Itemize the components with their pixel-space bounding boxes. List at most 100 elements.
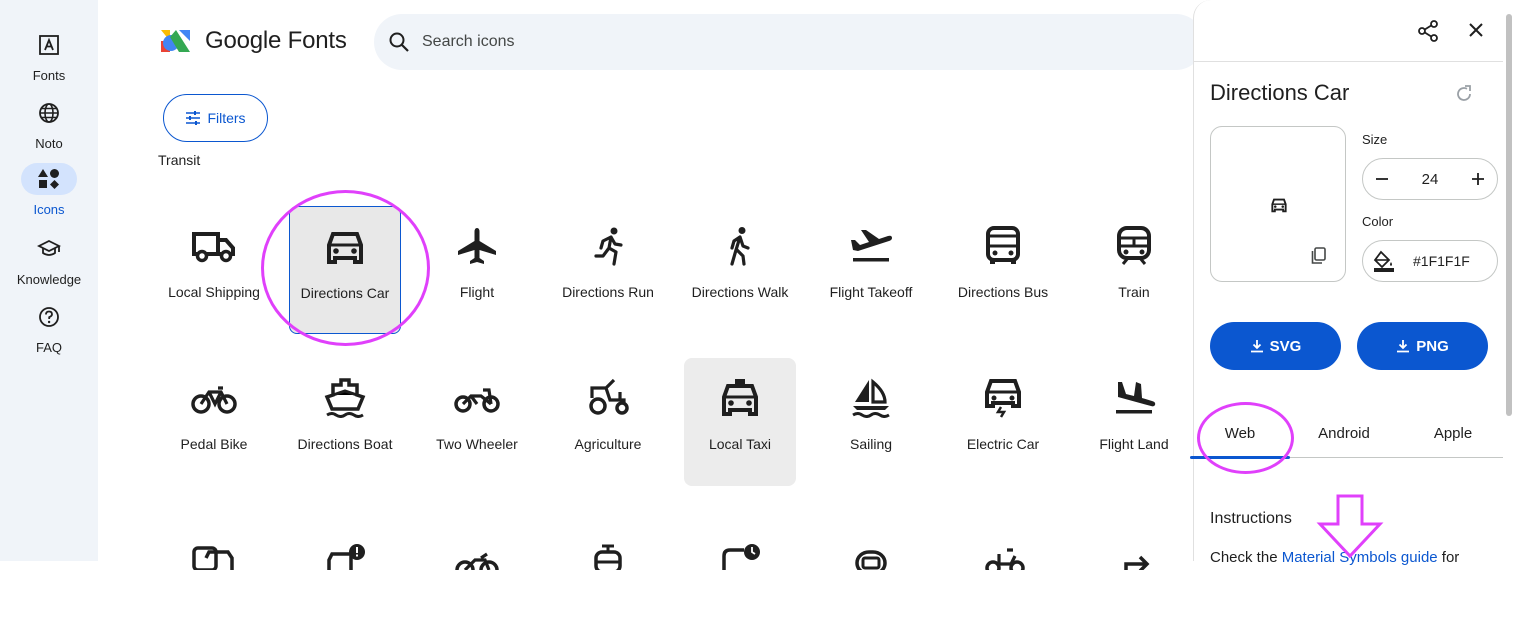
size-label: Size: [1362, 132, 1388, 147]
plus-icon[interactable]: [1471, 172, 1485, 186]
category-heading: Transit: [158, 152, 201, 168]
school-icon: [21, 233, 77, 265]
icon-tile-row3[interactable]: [1078, 510, 1190, 638]
paint-bucket-icon: [1373, 250, 1394, 272]
google-fonts-logo-icon: [161, 30, 190, 52]
icon-tile-flight[interactable]: Flight: [421, 206, 533, 334]
icon-label: Local Shipping: [168, 284, 260, 300]
icon-label: Directions Bus: [957, 284, 1049, 300]
nav-item-knowledge[interactable]: Knowledge: [0, 233, 98, 287]
tab-apple[interactable]: Apple: [1403, 410, 1503, 458]
google-fonts-logo[interactable]: Google Fonts: [159, 27, 347, 55]
size-stepper: 24: [1362, 158, 1498, 200]
icon-label: Directions Walk: [691, 284, 789, 300]
icon-tile-sailing[interactable]: Sailing: [815, 358, 927, 486]
flight-icon: [458, 228, 496, 264]
icon-label: Flight Land: [1099, 436, 1169, 452]
icon-tile-directions-boat[interactable]: Directions Boat: [289, 358, 401, 486]
icon-tile-agriculture[interactable]: Agriculture: [552, 358, 664, 486]
tab-web[interactable]: Web: [1190, 410, 1290, 459]
icon-tile-row3[interactable]: [684, 510, 796, 638]
instructions-heading: Instructions: [1210, 510, 1292, 527]
icon-tile-local-shipping[interactable]: Local Shipping: [158, 206, 270, 334]
search-bar[interactable]: [374, 14, 1204, 70]
download-svg-label: SVG: [1269, 337, 1302, 355]
icon-detail-panel: Directions Car Size 24 Color #1F1F1F SVG…: [1190, 0, 1504, 566]
nav-label: FAQ: [35, 340, 62, 355]
icon-label: Flight Takeoff: [829, 284, 913, 300]
directions-run-icon: [594, 227, 623, 266]
panel-title: Directions Car: [1210, 80, 1350, 105]
nav-label: Fonts: [32, 68, 66, 83]
download-icon: [1397, 340, 1410, 353]
refresh-icon[interactable]: [1454, 84, 1474, 104]
filters-button[interactable]: Filters: [163, 94, 268, 142]
icon-tile-row3[interactable]: [421, 510, 533, 638]
close-icon[interactable]: [1468, 22, 1484, 38]
icon-tile-electric-car[interactable]: Electric Car: [947, 358, 1059, 486]
nav-item-icons[interactable]: Icons: [0, 163, 98, 217]
icon-label: Directions Boat: [297, 436, 393, 452]
scrollbar-thumb[interactable]: [1506, 14, 1512, 416]
icon-tile-row3[interactable]: [552, 510, 664, 638]
color-label: Color: [1362, 214, 1394, 229]
pedal-bike-icon: [191, 386, 237, 414]
flight-land-icon: [1116, 382, 1156, 414]
electric-car-icon: [985, 379, 1021, 418]
search-input[interactable]: [422, 33, 1122, 51]
logo-text: Google Fonts: [205, 27, 347, 54]
navigation-rail: Fonts Noto Icons Knowledge FAQ: [0, 0, 98, 561]
nav-item-noto[interactable]: Noto: [0, 97, 98, 151]
globe-icon: [21, 97, 77, 129]
icon-label: Electric Car: [966, 436, 1040, 452]
icon-tile-row3[interactable]: [289, 510, 401, 638]
download-svg-button[interactable]: SVG: [1210, 322, 1341, 370]
icon-preview: [1210, 126, 1346, 282]
icon-label: Local Taxi: [708, 436, 771, 452]
two-wheeler-icon: [454, 388, 500, 413]
icon-label: Directions Car: [300, 285, 390, 301]
size-value[interactable]: 24: [1422, 171, 1439, 188]
font-icon: [21, 29, 77, 61]
icon-tile-local-taxi[interactable]: Local Taxi: [684, 358, 796, 486]
directions-boat-icon: [324, 378, 366, 418]
icon-tile-train[interactable]: Train: [1078, 206, 1190, 334]
icon-tile-two-wheeler[interactable]: Two Wheeler: [421, 358, 533, 486]
icon-tile-pedal-bike[interactable]: Pedal Bike: [158, 358, 270, 486]
icon-tile-flight-land[interactable]: Flight Land: [1078, 358, 1190, 486]
nav-item-fonts[interactable]: Fonts: [0, 29, 98, 83]
departure-board-icon: [722, 544, 760, 570]
icon-label: Sailing: [849, 436, 893, 452]
icon-tile-directions-car[interactable]: Directions Car: [289, 206, 401, 334]
icon-label: Agriculture: [574, 436, 642, 452]
color-value: #1F1F1F: [1413, 253, 1470, 269]
tram-icon: [594, 544, 622, 570]
download-png-button[interactable]: PNG: [1357, 322, 1488, 370]
train-icon: [1117, 226, 1151, 265]
share-icon[interactable]: [1417, 20, 1439, 42]
icon-tile-row3[interactable]: [815, 510, 927, 638]
icon-tile-row3[interactable]: [947, 510, 1059, 638]
copy-icon[interactable]: [1311, 247, 1327, 265]
car-rental-icon: [192, 546, 234, 570]
platform-tabs: Web Android Apple: [1190, 410, 1504, 459]
directions-walk-icon: [730, 227, 750, 266]
tune-icon: [186, 111, 201, 125]
local-taxi-icon: [722, 379, 758, 416]
color-picker[interactable]: #1F1F1F: [1362, 240, 1498, 282]
minus-icon[interactable]: [1375, 172, 1389, 186]
tab-android[interactable]: Android: [1294, 410, 1394, 458]
icon-tile-directions-run[interactable]: Directions Run: [552, 206, 664, 334]
agriculture-icon: [589, 378, 629, 415]
nav-label: Icons: [33, 202, 65, 217]
icon-tile-directions-bus[interactable]: Directions Bus: [947, 206, 1059, 334]
icon-tile-directions-walk[interactable]: Directions Walk: [684, 206, 796, 334]
icon-tile-row3[interactable]: [158, 510, 270, 638]
filters-label: Filters: [207, 110, 246, 126]
icon-tile-flight-takeoff[interactable]: Flight Takeoff: [815, 206, 927, 334]
flight-takeoff-icon: [851, 230, 892, 262]
download-icon: [1250, 340, 1263, 353]
local-shipping-icon: [192, 232, 235, 263]
instructions-prefix: Check the: [1210, 549, 1282, 566]
nav-item-faq[interactable]: FAQ: [0, 301, 98, 355]
